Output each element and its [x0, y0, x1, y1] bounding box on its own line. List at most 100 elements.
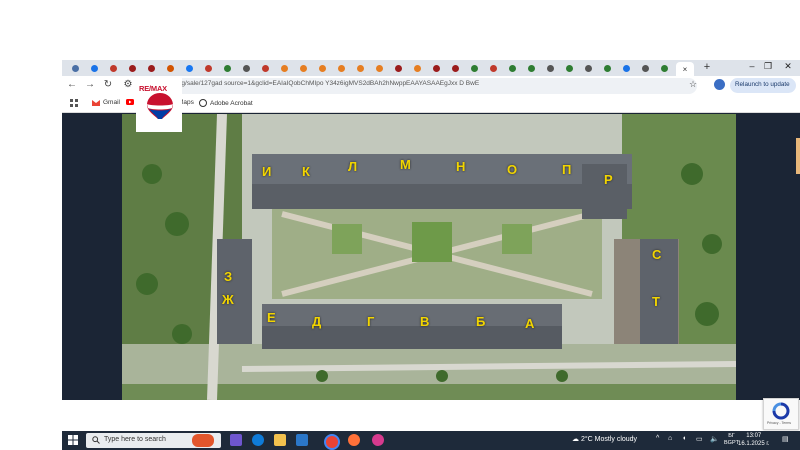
site-plan-image: И К Л М Н О П Р С Т ЗЖ Е Д Г В Б А	[122, 114, 736, 400]
profile-avatar[interactable]	[714, 79, 725, 90]
firefox-icon[interactable]	[348, 434, 360, 446]
browser-tab[interactable]	[277, 62, 291, 74]
browser-tab[interactable]	[581, 62, 595, 74]
app-icon[interactable]	[372, 434, 384, 446]
back-button[interactable]: ←	[66, 79, 78, 90]
browser-tab[interactable]	[638, 62, 652, 74]
browser-tab[interactable]	[125, 62, 139, 74]
active-tab-close-button[interactable]: ×	[676, 62, 694, 76]
building-label: Н	[456, 159, 466, 174]
browser-tab[interactable]	[144, 62, 158, 74]
file-explorer-icon[interactable]	[274, 434, 286, 446]
building-label: И	[262, 164, 272, 179]
browser-tab[interactable]	[448, 62, 462, 74]
building-label: Д	[312, 314, 322, 329]
copilot-icon[interactable]	[230, 434, 242, 446]
tab-favicon-icon	[394, 64, 402, 72]
forward-button[interactable]: →	[84, 79, 96, 90]
tab-favicon-icon	[299, 64, 307, 72]
building-label: Р	[604, 172, 613, 187]
bookmark-star-icon[interactable]: ☆	[689, 79, 697, 90]
browser-tab[interactable]	[201, 62, 215, 74]
taskbar-search[interactable]: Type here to search	[86, 433, 221, 448]
building-label: Е	[267, 310, 276, 325]
tab-favicon-icon	[660, 64, 668, 72]
battery-icon[interactable]: ▭	[696, 435, 703, 443]
tray-chevron-icon[interactable]: ^	[656, 435, 659, 442]
browser-tab[interactable]	[524, 62, 538, 74]
chrome-icon[interactable]	[324, 434, 340, 450]
browser-tab[interactable]	[315, 62, 329, 74]
tab-favicon-icon	[90, 64, 98, 72]
reload-button[interactable]: ↻	[102, 79, 114, 90]
browser-tab[interactable]	[220, 62, 234, 74]
speaker-icon[interactable]: 🔈	[710, 435, 719, 443]
browser-tab[interactable]	[543, 62, 557, 74]
browser-tab[interactable]	[68, 62, 82, 74]
browser-tab[interactable]	[505, 62, 519, 74]
browser-tab[interactable]	[296, 62, 310, 74]
network-icon[interactable]: ⌂	[668, 435, 672, 442]
bookmark-acrobat[interactable]: Adobe Acrobat	[199, 99, 253, 107]
browser-tab[interactable]	[600, 62, 614, 74]
windows-start-icon[interactable]	[68, 435, 78, 445]
tab-strip: × + – ❐ ✕	[62, 60, 800, 76]
tab-favicon-icon	[375, 64, 383, 72]
tab-favicon-icon	[546, 64, 554, 72]
address-bar[interactable]: /bg/sale/127gad source=1&gclid=EAIaIQobC…	[142, 78, 697, 94]
tab-favicon-icon	[166, 64, 174, 72]
browser-tab[interactable]	[619, 62, 633, 74]
building-label: Г	[367, 314, 375, 329]
notifications-icon[interactable]: ▤	[782, 435, 789, 443]
browser-tab[interactable]	[258, 62, 272, 74]
bookmark-youtube[interactable]	[126, 99, 134, 105]
browser-tab[interactable]	[163, 62, 177, 74]
relaunch-button[interactable]: Relaunch to update	[730, 78, 796, 93]
browser-tab[interactable]	[182, 62, 196, 74]
clock[interactable]: 13:07 16.1.2025 г.	[738, 433, 769, 448]
bookmark-gmail[interactable]: Gmail	[92, 99, 120, 106]
store-icon[interactable]	[296, 434, 308, 446]
browser-tab[interactable]	[429, 62, 443, 74]
volume-icon[interactable]: ◖	[682, 435, 686, 442]
browser-tab[interactable]	[486, 62, 500, 74]
browser-tab[interactable]	[372, 62, 386, 74]
tab-favicon-icon	[318, 64, 326, 72]
page-scrollbar-thumb[interactable]	[796, 138, 800, 174]
building-label: П	[562, 162, 572, 177]
tab-favicon-icon	[584, 64, 592, 72]
language-indicator[interactable]: БГ BGPT	[724, 433, 739, 447]
minimize-button[interactable]: –	[744, 61, 760, 71]
browser-tab[interactable]	[562, 62, 576, 74]
close-window-button[interactable]: ✕	[780, 61, 796, 72]
weather-widget[interactable]: ☁ 2°C Mostly cloudy	[572, 435, 637, 443]
edge-icon[interactable]	[252, 434, 264, 446]
remax-logo[interactable]: RE/MAX	[136, 78, 182, 132]
browser-tab[interactable]	[467, 62, 481, 74]
new-tab-button[interactable]: +	[700, 61, 714, 73]
site-info-icon[interactable]: ⚙	[122, 79, 134, 90]
tab-favicon-icon	[451, 64, 459, 72]
building-label: Т	[652, 294, 660, 309]
site-plan-graphic	[122, 114, 736, 400]
browser-tab[interactable]	[657, 62, 671, 74]
tab-favicon-icon	[356, 64, 364, 72]
tab-favicon-icon	[280, 64, 288, 72]
tab-favicon-icon	[71, 64, 79, 72]
browser-tab[interactable]	[87, 62, 101, 74]
browser-tab[interactable]	[410, 62, 424, 74]
building-label: К	[302, 164, 310, 179]
recaptcha-badge[interactable]: Privacy - Terms	[763, 398, 799, 430]
browser-tab[interactable]	[239, 62, 253, 74]
tab-favicon-icon	[470, 64, 478, 72]
apps-grid-icon[interactable]	[70, 99, 78, 107]
building-label: З	[224, 269, 233, 284]
browser-tab[interactable]	[391, 62, 405, 74]
tab-favicon-icon	[603, 64, 611, 72]
tab-favicon-icon	[565, 64, 573, 72]
browser-tab[interactable]	[353, 62, 367, 74]
tab-favicon-icon	[128, 64, 136, 72]
maximize-button[interactable]: ❐	[760, 61, 776, 72]
browser-tab[interactable]	[334, 62, 348, 74]
browser-tab[interactable]	[106, 62, 120, 74]
